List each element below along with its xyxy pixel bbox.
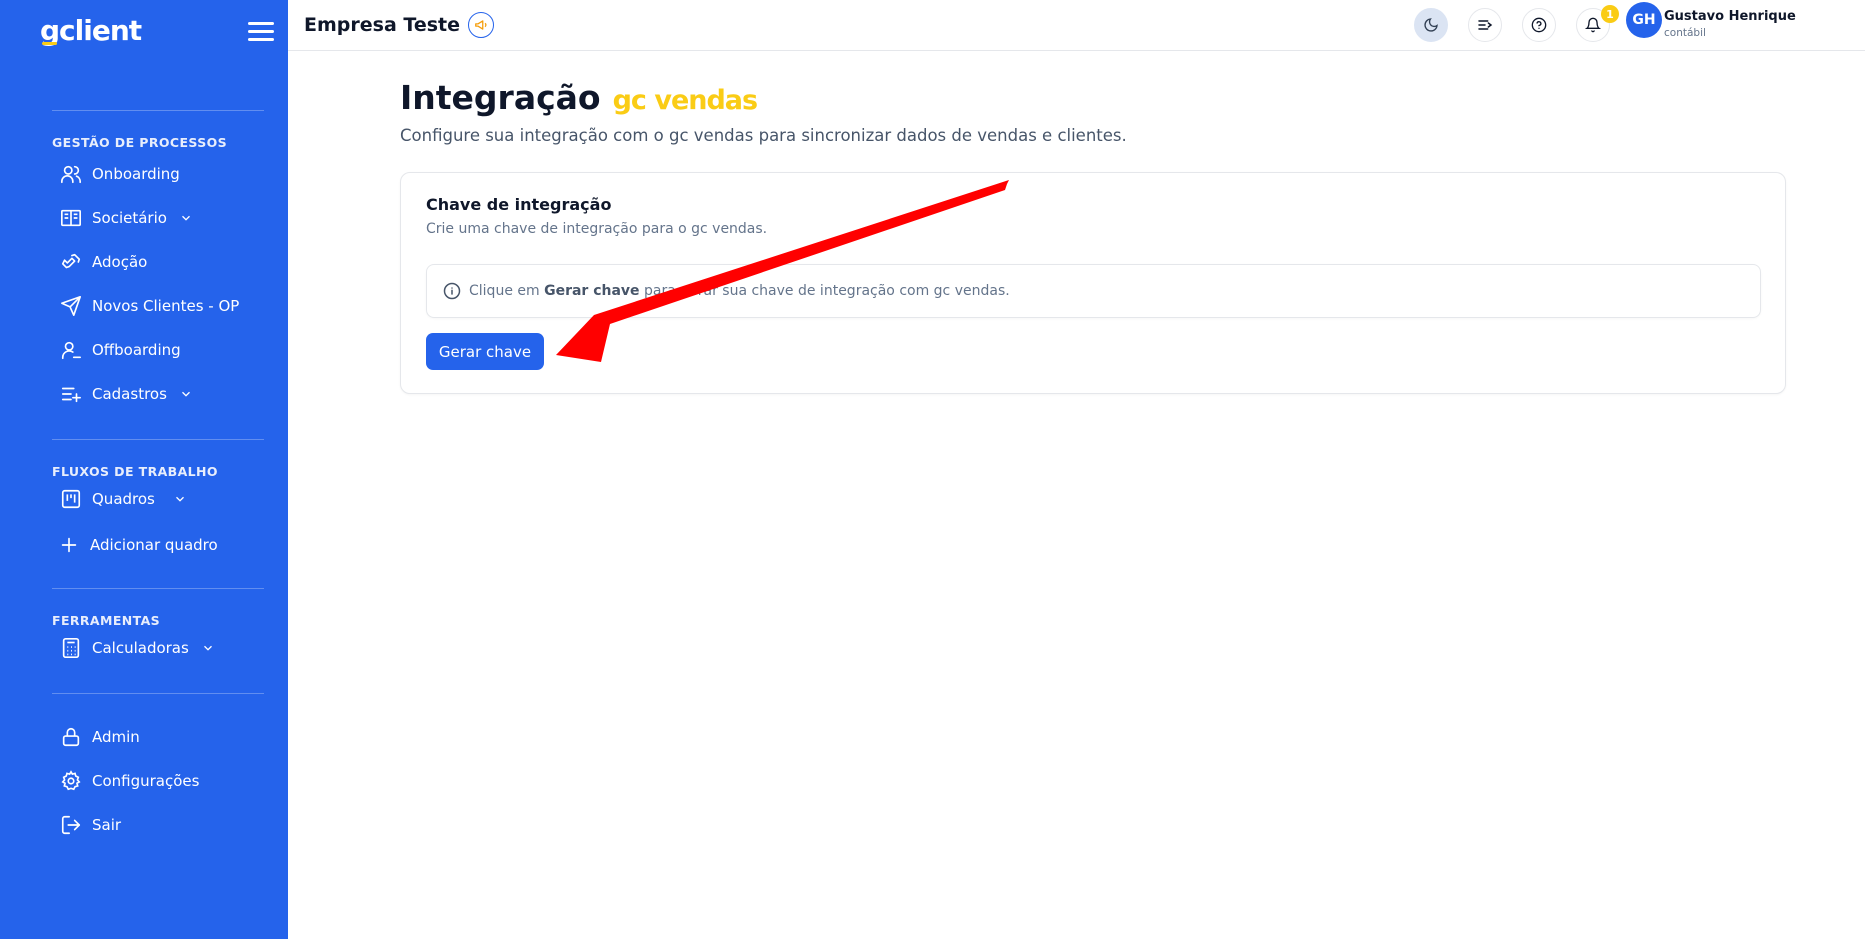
chevron-down-icon [175, 496, 184, 502]
sidebar-item-label: Offboarding [92, 341, 181, 359]
sidebar-item-societario[interactable]: Societário [60, 203, 193, 233]
sidebar-item-sair[interactable]: Sair [60, 810, 121, 840]
sidebar-item-offboarding[interactable]: Offboarding [60, 335, 181, 365]
sidebar-item-calculadoras[interactable]: Calculadoras [60, 633, 215, 663]
page-title: Integração [400, 78, 601, 117]
book-icon [61, 209, 81, 227]
info-alert: Clique em Gerar chave para gerar sua cha… [426, 264, 1761, 318]
gear-icon [61, 770, 81, 791]
help-button[interactable] [1522, 8, 1556, 42]
megaphone-icon[interactable] [467, 12, 494, 38]
kanban-icon [61, 489, 81, 509]
integration-key-card: Chave de integração Crie uma chave de in… [400, 172, 1786, 394]
app-logo[interactable]: gclient [40, 14, 142, 47]
plus-icon [61, 537, 77, 553]
sidebar-divider [52, 588, 264, 589]
notification-badge: 1 [1601, 5, 1619, 23]
sidebar-item-label: Configurações [92, 772, 200, 790]
lock-icon [62, 727, 80, 747]
sidebar-item-label: Novos Clientes - OP [92, 297, 240, 315]
sidebar-item-cadastros[interactable]: Cadastros [60, 379, 193, 409]
sidebar-item-label: Cadastros [92, 385, 167, 403]
sidebar-item-label: Admin [92, 728, 140, 746]
sidebar-item-adocao[interactable]: Adoção [60, 247, 147, 277]
add-board-button[interactable]: Adicionar quadro [58, 530, 218, 560]
menu-toggle-button[interactable] [248, 22, 274, 42]
page-subtitle: Configure sua integração com o gc vendas… [400, 126, 1127, 145]
section-title-processos: GESTÃO DE PROCESSOS [52, 135, 228, 150]
chevron-down-icon [181, 391, 190, 397]
section-title-ferramentas: FERRAMENTAS [52, 613, 161, 628]
help-circle-icon [1531, 17, 1547, 33]
users-icon [61, 165, 81, 184]
avatar[interactable]: GH [1626, 2, 1662, 38]
tasks-button[interactable] [1468, 8, 1502, 42]
notifications-button[interactable]: 1 [1576, 5, 1619, 42]
section-title-fluxos: FLUXOS DE TRABALHO [52, 464, 218, 479]
sidebar-item-label: Adoção [92, 253, 148, 271]
list-arrow-icon [1478, 20, 1493, 30]
info-text: Clique em Gerar chave para gerar sua cha… [469, 283, 1010, 299]
card-title: Chave de integração [426, 195, 612, 214]
sidebar-item-quadros[interactable]: Quadros [60, 484, 187, 514]
sidebar-item-label: Quadros [92, 490, 155, 508]
list-plus-icon [61, 387, 81, 403]
chevron-down-icon [203, 645, 212, 651]
sidebar-item-label: Societário [92, 209, 167, 227]
send-icon [61, 296, 81, 316]
user-name: Gustavo Henrique [1664, 9, 1796, 24]
sidebar-item-onboarding[interactable]: Onboarding [60, 159, 180, 189]
theme-toggle-button[interactable] [1414, 8, 1448, 42]
sidebar-item-configuracoes[interactable]: Configurações [60, 766, 199, 796]
moon-icon [1424, 18, 1438, 32]
sidebar-item-novos-clientes[interactable]: Novos Clientes - OP [60, 291, 239, 321]
generate-key-button[interactable]: Gerar chave [426, 333, 544, 370]
chevron-down-icon [181, 215, 190, 221]
sidebar-item-label: Onboarding [92, 165, 180, 183]
user-role: contábil [1664, 27, 1706, 39]
handshake-icon [61, 253, 81, 269]
gc-vendas-logo: gc vendas [612, 85, 758, 116]
sidebar-divider [52, 439, 264, 440]
sidebar-item-label: Sair [92, 816, 122, 834]
company-selector[interactable]: Empresa Teste [304, 12, 494, 38]
title-row: Integração gc vendas [400, 78, 758, 117]
calculator-icon [62, 638, 80, 658]
sidebar-divider [52, 693, 264, 694]
company-name: Empresa Teste [304, 14, 460, 36]
sidebar-item-admin[interactable]: Admin [60, 722, 140, 752]
sidebar-item-label: Calculadoras [92, 639, 189, 657]
card-subtitle: Crie uma chave de integração para o gc v… [426, 221, 768, 237]
logout-icon [61, 815, 81, 835]
bell-icon [1585, 17, 1601, 33]
sidebar-item-label: Adicionar quadro [90, 536, 218, 554]
info-icon [443, 282, 461, 300]
sidebar-divider [52, 110, 264, 111]
topbar: Empresa Teste 1 GH Gustavo Henrique cont… [288, 0, 1865, 51]
user-minus-icon [61, 341, 81, 360]
sidebar: gclient GESTÃO DE PROCESSOS Onboarding S… [0, 0, 288, 939]
